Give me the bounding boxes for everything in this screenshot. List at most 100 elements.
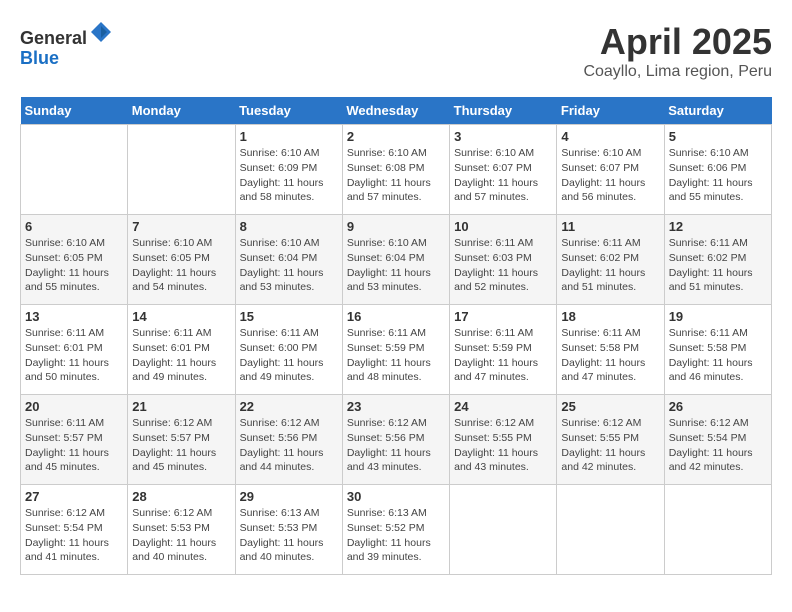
day-number: 23 xyxy=(347,399,445,414)
calendar-cell: 27 Sunrise: 6:12 AM Sunset: 5:54 PM Dayli… xyxy=(21,485,128,575)
day-number: 5 xyxy=(669,129,767,144)
weekday-header: Thursday xyxy=(450,97,557,125)
day-detail: Sunrise: 6:10 AM Sunset: 6:06 PM Dayligh… xyxy=(669,146,767,205)
calendar-week-row: 6 Sunrise: 6:10 AM Sunset: 6:05 PM Daylig… xyxy=(21,215,772,305)
day-detail: Sunrise: 6:11 AM Sunset: 5:58 PM Dayligh… xyxy=(561,326,659,385)
weekday-header: Friday xyxy=(557,97,664,125)
calendar-cell: 22Sunrise: 6:12 AM Sunset: 5:56 PM Dayli… xyxy=(235,395,342,485)
logo-blue: Blue xyxy=(20,48,59,68)
day-number: 14 xyxy=(132,309,230,324)
day-number: 19 xyxy=(669,309,767,324)
day-detail: Sunrise: 6:11 AM Sunset: 5:58 PM Dayligh… xyxy=(669,326,767,385)
day-number: 25 xyxy=(561,399,659,414)
day-detail: Sunrise: 6:12 AM Sunset: 5:54 PM Dayligh… xyxy=(25,506,123,565)
day-detail: Sunrise: 6:12 AM Sunset: 5:56 PM Dayligh… xyxy=(347,416,445,475)
day-detail: Sunrise: 6:10 AM Sunset: 6:04 PM Dayligh… xyxy=(240,236,338,295)
logo: General Blue xyxy=(20,20,115,69)
calendar-week-row: 13 Sunrise: 6:11 AM Sunset: 6:01 PM Dayli… xyxy=(21,305,772,395)
calendar-cell: 3Sunrise: 6:10 AM Sunset: 6:07 PM Daylig… xyxy=(450,125,557,215)
day-number: 9 xyxy=(347,219,445,234)
day-detail: Sunrise: 6:11 AM Sunset: 6:01 PM Dayligh… xyxy=(132,326,230,385)
day-detail: Sunrise: 6:11 AM Sunset: 5:59 PM Dayligh… xyxy=(454,326,552,385)
calendar-cell xyxy=(21,125,128,215)
calendar-cell: 16 Sunrise: 6:11 AM Sunset: 5:59 PM Dayli… xyxy=(342,305,449,395)
day-number: 8 xyxy=(240,219,338,234)
header-row: SundayMondayTuesdayWednesdayThursdayFrid… xyxy=(21,97,772,125)
day-number: 27 xyxy=(25,489,123,504)
calendar-cell: 24 Sunrise: 6:12 AM Sunset: 5:55 PM Dayli… xyxy=(450,395,557,485)
day-detail: Sunrise: 6:10 AM Sunset: 6:05 PM Dayligh… xyxy=(132,236,230,295)
page-header: General Blue April 2025 Coayllo, Lima re… xyxy=(20,20,772,81)
day-number: 10 xyxy=(454,219,552,234)
weekday-header: Wednesday xyxy=(342,97,449,125)
day-detail: Sunrise: 6:11 AM Sunset: 5:59 PM Dayligh… xyxy=(347,326,445,385)
calendar-cell: 11Sunrise: 6:11 AM Sunset: 6:02 PM Dayli… xyxy=(557,215,664,305)
calendar-week-row: 20Sunrise: 6:11 AM Sunset: 5:57 PM Dayli… xyxy=(21,395,772,485)
day-detail: Sunrise: 6:12 AM Sunset: 5:54 PM Dayligh… xyxy=(669,416,767,475)
weekday-header: Saturday xyxy=(664,97,771,125)
day-number: 6 xyxy=(25,219,123,234)
day-number: 30 xyxy=(347,489,445,504)
day-number: 4 xyxy=(561,129,659,144)
day-number: 3 xyxy=(454,129,552,144)
calendar-cell: 7 Sunrise: 6:10 AM Sunset: 6:05 PM Daylig… xyxy=(128,215,235,305)
day-detail: Sunrise: 6:12 AM Sunset: 5:55 PM Dayligh… xyxy=(454,416,552,475)
calendar-cell: 23 Sunrise: 6:12 AM Sunset: 5:56 PM Dayli… xyxy=(342,395,449,485)
calendar-cell: 29Sunrise: 6:13 AM Sunset: 5:53 PM Dayli… xyxy=(235,485,342,575)
calendar-cell: 21 Sunrise: 6:12 AM Sunset: 5:57 PM Dayli… xyxy=(128,395,235,485)
day-detail: Sunrise: 6:11 AM Sunset: 6:01 PM Dayligh… xyxy=(25,326,123,385)
weekday-header: Sunday xyxy=(21,97,128,125)
calendar-cell: 4 Sunrise: 6:10 AM Sunset: 6:07 PM Daylig… xyxy=(557,125,664,215)
weekday-header: Monday xyxy=(128,97,235,125)
day-number: 12 xyxy=(669,219,767,234)
calendar-cell: 13 Sunrise: 6:11 AM Sunset: 6:01 PM Dayli… xyxy=(21,305,128,395)
day-number: 7 xyxy=(132,219,230,234)
day-detail: Sunrise: 6:11 AM Sunset: 6:02 PM Dayligh… xyxy=(669,236,767,295)
day-detail: Sunrise: 6:12 AM Sunset: 5:55 PM Dayligh… xyxy=(561,416,659,475)
calendar-cell: 1 Sunrise: 6:10 AM Sunset: 6:09 PM Daylig… xyxy=(235,125,342,215)
day-number: 15 xyxy=(240,309,338,324)
day-number: 21 xyxy=(132,399,230,414)
calendar-week-row: 27 Sunrise: 6:12 AM Sunset: 5:54 PM Dayli… xyxy=(21,485,772,575)
calendar-cell: 10Sunrise: 6:11 AM Sunset: 6:03 PM Dayli… xyxy=(450,215,557,305)
day-detail: Sunrise: 6:12 AM Sunset: 5:56 PM Dayligh… xyxy=(240,416,338,475)
logo-icon xyxy=(89,20,113,44)
day-detail: Sunrise: 6:11 AM Sunset: 5:57 PM Dayligh… xyxy=(25,416,123,475)
day-detail: Sunrise: 6:10 AM Sunset: 6:05 PM Dayligh… xyxy=(25,236,123,295)
calendar-cell: 12 Sunrise: 6:11 AM Sunset: 6:02 PM Dayli… xyxy=(664,215,771,305)
day-detail: Sunrise: 6:10 AM Sunset: 6:08 PM Dayligh… xyxy=(347,146,445,205)
calendar-cell: 19 Sunrise: 6:11 AM Sunset: 5:58 PM Dayli… xyxy=(664,305,771,395)
calendar-cell: 30 Sunrise: 6:13 AM Sunset: 5:52 PM Dayli… xyxy=(342,485,449,575)
calendar-header: SundayMondayTuesdayWednesdayThursdayFrid… xyxy=(21,97,772,125)
calendar-cell: 15 Sunrise: 6:11 AM Sunset: 6:00 PM Dayli… xyxy=(235,305,342,395)
calendar-cell: 28Sunrise: 6:12 AM Sunset: 5:53 PM Dayli… xyxy=(128,485,235,575)
day-number: 1 xyxy=(240,129,338,144)
calendar-cell xyxy=(664,485,771,575)
calendar-cell: 26Sunrise: 6:12 AM Sunset: 5:54 PM Dayli… xyxy=(664,395,771,485)
day-detail: Sunrise: 6:13 AM Sunset: 5:52 PM Dayligh… xyxy=(347,506,445,565)
calendar-cell: 17 Sunrise: 6:11 AM Sunset: 5:59 PM Dayli… xyxy=(450,305,557,395)
day-number: 17 xyxy=(454,309,552,324)
calendar-cell xyxy=(450,485,557,575)
day-detail: Sunrise: 6:10 AM Sunset: 6:09 PM Dayligh… xyxy=(240,146,338,205)
day-detail: Sunrise: 6:12 AM Sunset: 5:53 PM Dayligh… xyxy=(132,506,230,565)
calendar-body: 1 Sunrise: 6:10 AM Sunset: 6:09 PM Daylig… xyxy=(21,125,772,575)
title-block: April 2025 Coayllo, Lima region, Peru xyxy=(583,20,772,81)
day-number: 18 xyxy=(561,309,659,324)
subtitle: Coayllo, Lima region, Peru xyxy=(583,63,772,81)
calendar-cell: 6 Sunrise: 6:10 AM Sunset: 6:05 PM Daylig… xyxy=(21,215,128,305)
calendar-week-row: 1 Sunrise: 6:10 AM Sunset: 6:09 PM Daylig… xyxy=(21,125,772,215)
calendar-cell: 25 Sunrise: 6:12 AM Sunset: 5:55 PM Dayli… xyxy=(557,395,664,485)
day-detail: Sunrise: 6:11 AM Sunset: 6:02 PM Dayligh… xyxy=(561,236,659,295)
day-number: 16 xyxy=(347,309,445,324)
calendar-cell: 2Sunrise: 6:10 AM Sunset: 6:08 PM Daylig… xyxy=(342,125,449,215)
day-number: 24 xyxy=(454,399,552,414)
day-detail: Sunrise: 6:11 AM Sunset: 6:00 PM Dayligh… xyxy=(240,326,338,385)
day-number: 13 xyxy=(25,309,123,324)
day-detail: Sunrise: 6:12 AM Sunset: 5:57 PM Dayligh… xyxy=(132,416,230,475)
day-detail: Sunrise: 6:10 AM Sunset: 6:07 PM Dayligh… xyxy=(561,146,659,205)
weekday-header: Tuesday xyxy=(235,97,342,125)
calendar-cell: 5 Sunrise: 6:10 AM Sunset: 6:06 PM Daylig… xyxy=(664,125,771,215)
day-number: 29 xyxy=(240,489,338,504)
calendar-cell: 8 Sunrise: 6:10 AM Sunset: 6:04 PM Daylig… xyxy=(235,215,342,305)
